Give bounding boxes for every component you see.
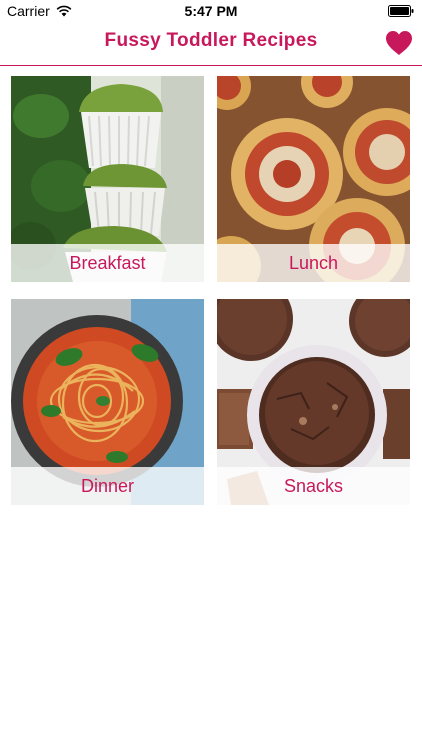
nav-bar: Fussy Toddler Recipes	[0, 22, 422, 66]
tile-label-band: Dinner	[11, 467, 204, 505]
tile-label-lunch: Lunch	[288, 252, 339, 273]
status-time: 5:47 PM	[184, 3, 238, 19]
tile-label-band: Breakfast	[11, 244, 204, 282]
category-tile-snacks[interactable]: Snacks	[217, 299, 410, 505]
tile-label-snacks: Snacks	[283, 475, 344, 496]
tile-label-dinner: Dinner	[80, 475, 135, 496]
tile-label-band: Lunch	[217, 244, 410, 282]
category-tile-lunch[interactable]: Lunch	[217, 76, 410, 282]
heart-icon[interactable]	[384, 29, 414, 57]
tile-label-breakfast: Breakfast	[69, 252, 146, 273]
category-tile-breakfast[interactable]: Breakfast	[11, 76, 204, 282]
tile-label-band: Snacks	[217, 467, 410, 505]
category-tile-dinner[interactable]: Dinner	[11, 299, 204, 505]
battery-icon	[388, 5, 414, 17]
page-title: Fussy Toddler Recipes	[104, 30, 318, 51]
status-bar: Carrier 5:47 PM	[0, 0, 422, 22]
